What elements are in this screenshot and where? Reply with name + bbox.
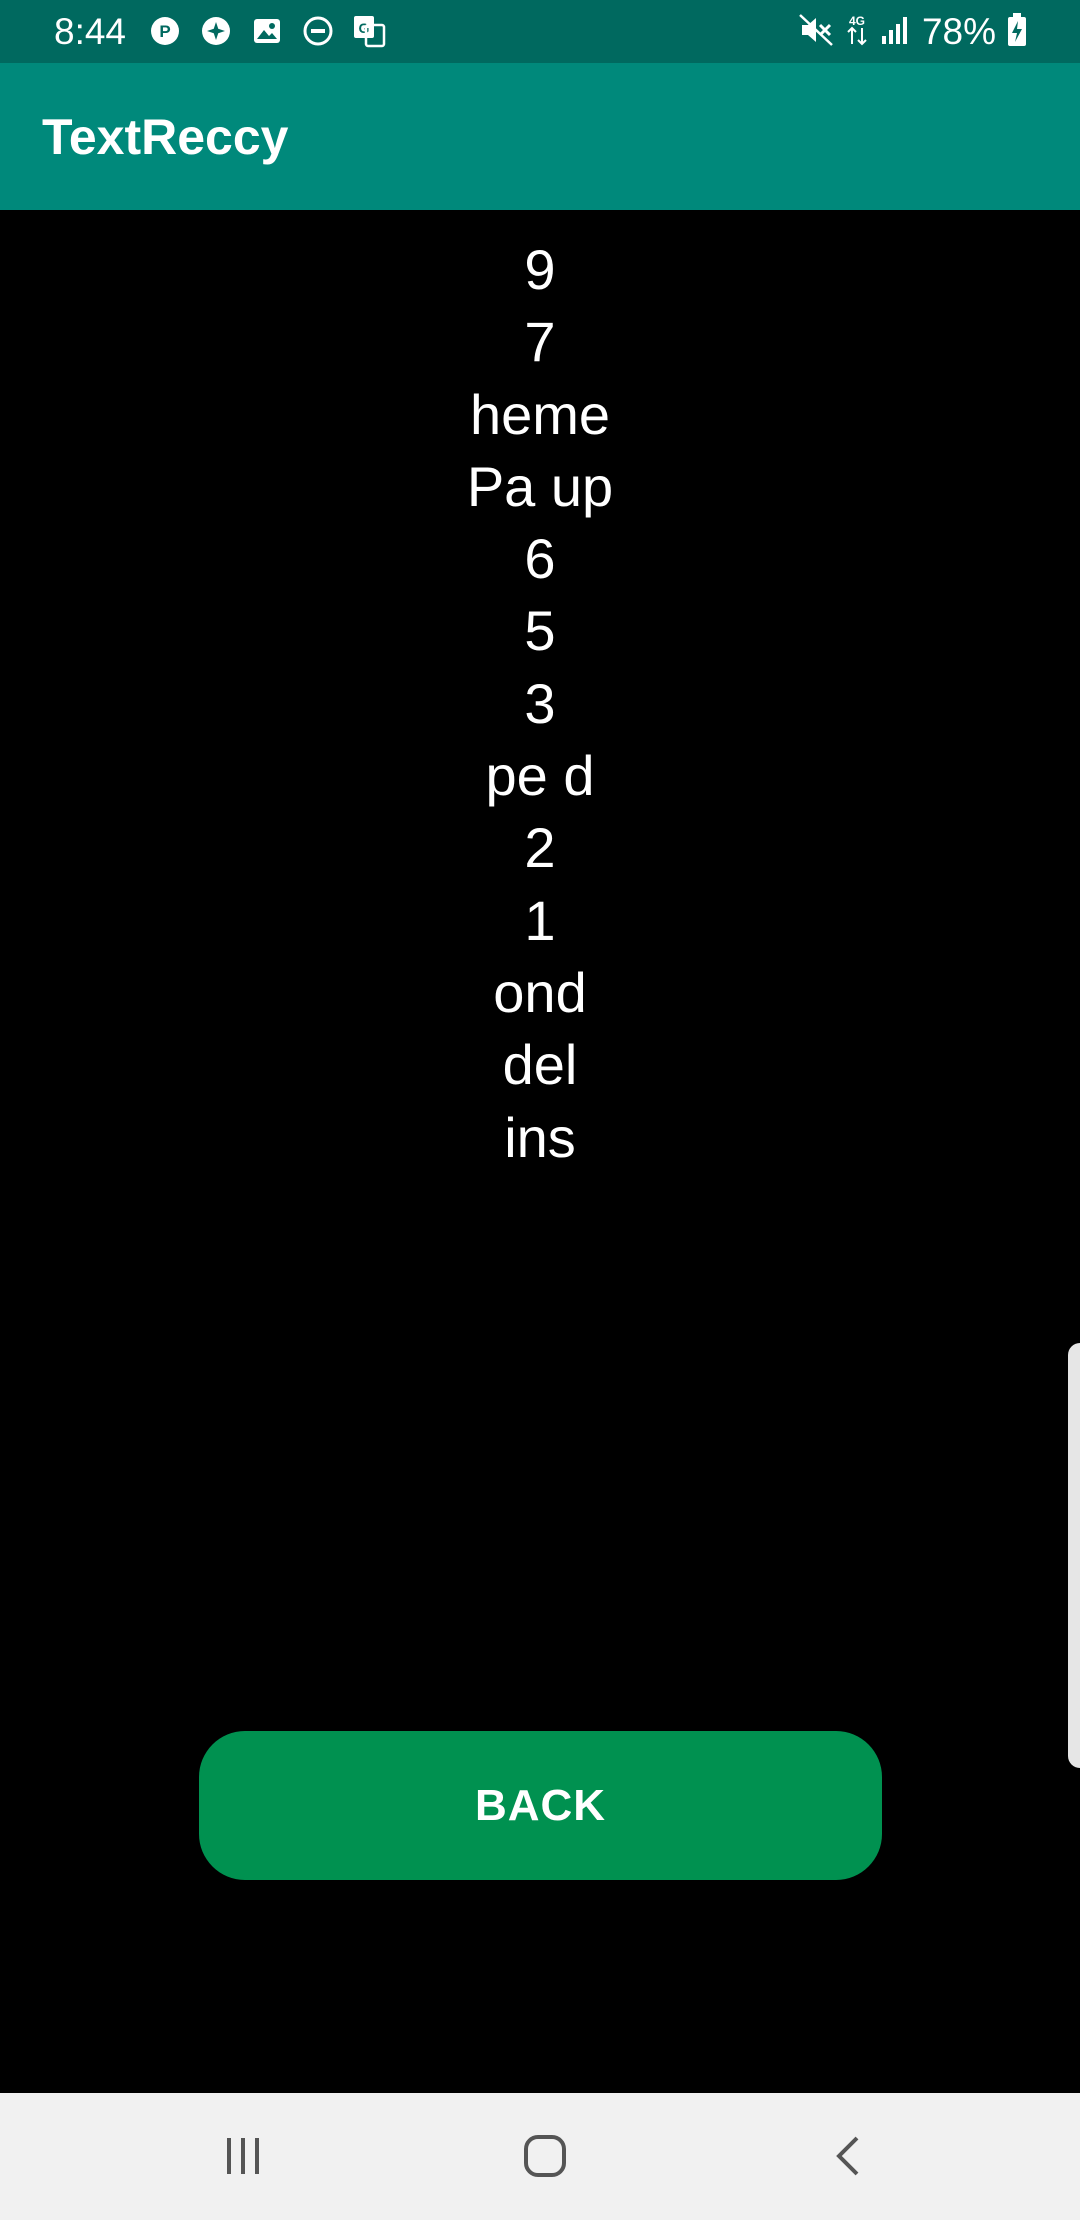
mute-icon: [798, 13, 834, 52]
recognized-text-lines: 9 7 heme Pa up 6 5 3 pe d 2 1 ond del in…: [0, 234, 1080, 1174]
text-line: 6: [524, 527, 556, 591]
text-line: del: [502, 1033, 578, 1097]
text-line: 5: [524, 599, 556, 663]
text-line: 2: [524, 816, 556, 880]
text-line: Pa up: [466, 454, 614, 518]
battery-percentage: 78%: [921, 11, 996, 52]
text-line: pe d: [485, 744, 595, 808]
navigation-bar: [0, 2093, 1080, 2220]
text-line: 9: [524, 238, 556, 301]
4g-data-icon: 4G: [844, 12, 870, 53]
gallery-icon: [250, 14, 284, 48]
text-line: heme: [469, 382, 611, 446]
home-icon[interactable]: [500, 2111, 590, 2201]
screen: 8:44 P G 4G 78% TextReccy 9 7 heme Pa up…: [0, 0, 1080, 2220]
system-icons: 4G 78%: [798, 10, 1028, 54]
svg-text:4G: 4G: [849, 14, 865, 28]
text-line: ond: [493, 960, 587, 1024]
text-line: 1: [524, 888, 556, 952]
status-bar: 8:44 P G 4G 78%: [0, 0, 1080, 63]
back-icon[interactable]: [804, 2111, 894, 2201]
notification-icons: P G: [148, 14, 386, 48]
pinwheel-icon: [199, 14, 233, 48]
app-bar: TextReccy: [0, 63, 1080, 210]
battery-charging-icon: [1006, 12, 1028, 53]
svg-text:P: P: [159, 22, 170, 41]
status-time: 8:44: [54, 11, 127, 52]
text-line: 7: [524, 310, 556, 374]
app-title: TextReccy: [42, 109, 289, 165]
text-line: 3: [524, 671, 556, 735]
edge-panel-handle[interactable]: [1068, 1343, 1080, 1768]
text-line: ins: [504, 1105, 576, 1169]
do-not-disturb-icon: [301, 14, 335, 48]
p-icon: P: [148, 14, 182, 48]
translate-icon: G: [352, 14, 386, 48]
signal-icon: [880, 14, 912, 51]
back-button[interactable]: BACK: [199, 1731, 882, 1880]
svg-text:G: G: [359, 20, 370, 36]
recents-icon[interactable]: [198, 2111, 288, 2201]
